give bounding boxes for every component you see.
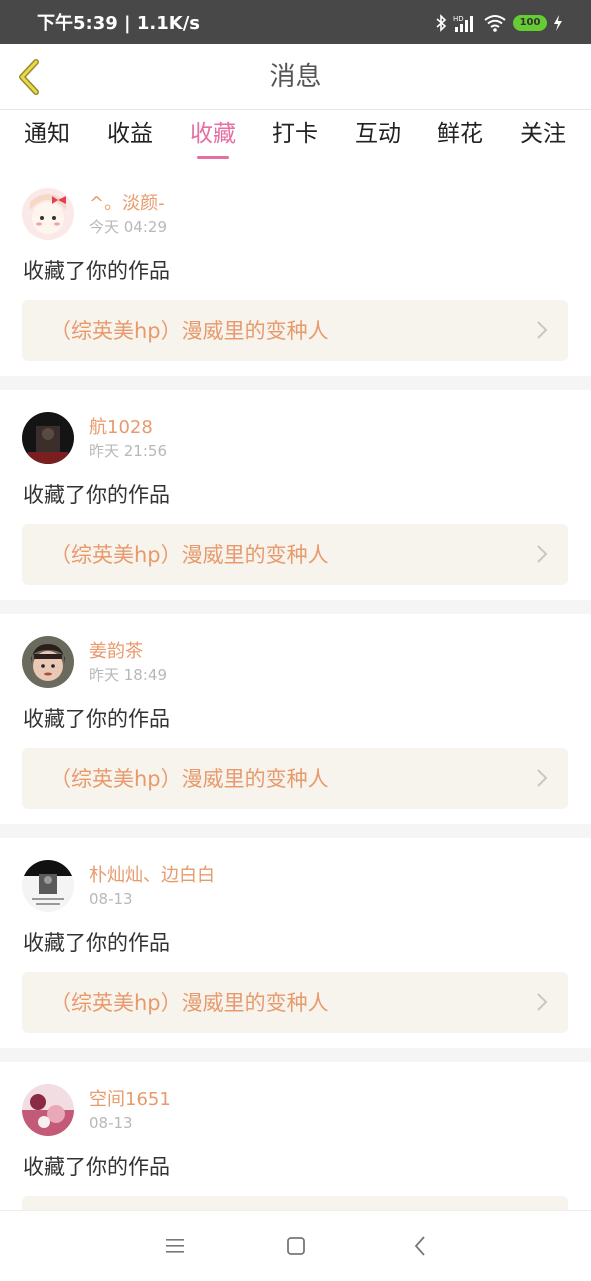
divider <box>0 376 591 390</box>
back-nav-button[interactable] <box>405 1233 435 1259</box>
work-title: （综英美hp）漫威里的变种人 <box>50 767 329 791</box>
menu-button[interactable] <box>160 1233 190 1259</box>
message-time: 今天 04:29 <box>89 218 167 236</box>
chevron-right-icon <box>537 769 548 787</box>
message-item: 航1028 昨天 21:56 收藏了你的作品 （综英美hp）漫威里的变种人 <box>0 390 591 600</box>
work-title: （综英美hp）漫威里的变种人 <box>50 319 329 343</box>
chevron-right-icon <box>537 321 548 339</box>
system-nav-bar <box>0 1210 591 1281</box>
tab-checkin[interactable]: 打卡 <box>272 118 318 150</box>
avatar[interactable] <box>22 188 74 240</box>
tab-favorites[interactable]: 收藏 <box>190 118 236 150</box>
message-time: 08-13 <box>89 1114 133 1132</box>
work-title: （综英美hp）漫威里的变种人 <box>50 991 329 1015</box>
divider <box>0 824 591 838</box>
message-time: 昨天 21:56 <box>89 442 167 460</box>
charging-icon <box>554 15 562 31</box>
tab-notice[interactable]: 通知 <box>24 118 70 150</box>
status-time: 下午5:39 | 1.1K/s <box>37 13 201 34</box>
avatar[interactable] <box>22 636 74 688</box>
avatar[interactable] <box>22 412 74 464</box>
chevron-right-icon <box>537 993 548 1011</box>
signal-icon: HD <box>453 15 473 32</box>
action-text: 收藏了你的作品 <box>23 483 170 507</box>
back-triangle-icon <box>414 1236 425 1256</box>
username[interactable]: ^。淡颜- <box>89 193 165 215</box>
message-time: 昨天 18:49 <box>89 666 167 684</box>
chevron-right-icon <box>537 545 548 563</box>
active-tab-indicator <box>197 156 229 159</box>
header: 消息 <box>0 44 591 110</box>
message-item: ^。淡颜- 今天 04:29 收藏了你的作品 （综英美hp）漫威里的变种人 <box>0 166 591 376</box>
wifi-icon <box>484 15 506 32</box>
message-item: 姜韵茶 昨天 18:49 收藏了你的作品 （综英美hp）漫威里的变种人 <box>0 614 591 824</box>
divider <box>0 600 591 614</box>
work-link[interactable]: （综英美hp）漫威里的变种人 <box>22 524 568 585</box>
message-list: ^。淡颜- 今天 04:29 收藏了你的作品 （综英美hp）漫威里的变种人 航1… <box>0 166 591 1272</box>
tab-bar: 通知 收益 收藏 打卡 互动 鲜花 关注 <box>0 110 591 166</box>
username[interactable]: 航1028 <box>89 417 153 439</box>
username[interactable]: 空间1651 <box>89 1089 171 1111</box>
home-square-icon <box>287 1237 305 1255</box>
bluetooth-icon <box>436 14 447 32</box>
status-bar: 下午5:39 | 1.1K/s HD 100 <box>0 0 591 44</box>
divider <box>0 1048 591 1062</box>
status-icons: HD 100 <box>435 12 563 34</box>
username[interactable]: 朴灿灿、边白白 <box>89 865 215 887</box>
work-link[interactable]: （综英美hp）漫威里的变种人 <box>22 972 568 1033</box>
avatar[interactable] <box>22 860 74 912</box>
tab-flowers[interactable]: 鲜花 <box>437 118 483 150</box>
action-text: 收藏了你的作品 <box>23 707 170 731</box>
avatar[interactable] <box>22 1084 74 1136</box>
action-text: 收藏了你的作品 <box>23 259 170 283</box>
tab-earnings[interactable]: 收益 <box>107 118 153 150</box>
message-time: 08-13 <box>89 890 133 908</box>
action-text: 收藏了你的作品 <box>23 931 170 955</box>
page-title: 消息 <box>269 62 322 92</box>
action-text: 收藏了你的作品 <box>23 1155 170 1179</box>
menu-icon <box>166 1239 184 1253</box>
tab-follow[interactable]: 关注 <box>520 118 566 150</box>
username[interactable]: 姜韵茶 <box>89 641 143 663</box>
svg-text:HD: HD <box>453 15 464 23</box>
work-link[interactable]: （综英美hp）漫威里的变种人 <box>22 300 568 361</box>
tab-interaction[interactable]: 互动 <box>355 118 401 150</box>
battery-icon: 100 <box>513 15 547 31</box>
work-title: （综英美hp）漫威里的变种人 <box>50 543 329 567</box>
message-item: 朴灿灿、边白白 08-13 收藏了你的作品 （综英美hp）漫威里的变种人 <box>0 838 591 1048</box>
work-link[interactable]: （综英美hp）漫威里的变种人 <box>22 748 568 809</box>
home-button[interactable] <box>281 1233 311 1259</box>
